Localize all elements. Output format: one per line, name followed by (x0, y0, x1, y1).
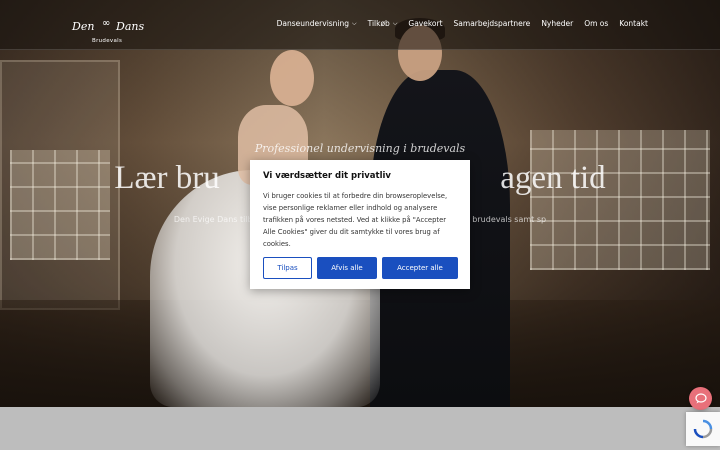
nav-item-kontakt[interactable]: Kontakt (619, 19, 648, 28)
site-header: Den ∞ Dans Brudevals Danseundervisning ⌵… (0, 0, 720, 50)
cookie-buttons: Tilpas Afvis alle Accepter alle (263, 257, 458, 279)
chevron-down-icon: ⌵ (352, 19, 357, 27)
nav-label: Samarbejdspartnere (453, 19, 531, 28)
recaptcha-icon[interactable] (686, 412, 720, 446)
logo-subtitle: Brudevals (92, 38, 123, 44)
bride-head (270, 50, 314, 106)
nav-label: Gavekort (408, 19, 443, 28)
reject-all-button[interactable]: Afvis alle (317, 257, 377, 279)
chat-glyph (694, 393, 707, 404)
nav-item-om-os[interactable]: Om os (584, 19, 608, 28)
logo-text-right: Dans (116, 20, 145, 33)
nav-label: Tilkøb (367, 19, 390, 28)
main-nav: Danseundervisning ⌵ Tilkøb ⌵ Gavekort Sa… (277, 19, 648, 28)
accept-all-button[interactable]: Accepter alle (382, 257, 458, 279)
logo-text-left: Den (72, 20, 95, 33)
site-logo[interactable]: Den ∞ Dans Brudevals (70, 10, 146, 46)
cookie-title: Vi værdsætter dit privatliv (263, 171, 391, 181)
nav-label: Danseundervisning (276, 19, 350, 28)
customize-button[interactable]: Tilpas (263, 257, 312, 279)
bottom-section (0, 407, 720, 450)
nav-label: Om os (584, 19, 609, 28)
recaptcha-glyph (693, 419, 713, 439)
nav-item-gavekort[interactable]: Gavekort (408, 19, 442, 28)
nav-item-samarbejdspartnere[interactable]: Samarbejdspartnere (454, 19, 531, 28)
chat-bubble-icon[interactable] (689, 387, 712, 410)
nav-label: Nyheder (541, 19, 574, 28)
cookie-text: Vi bruger cookies til at forbedre din br… (263, 192, 448, 248)
chevron-down-icon: ⌵ (392, 19, 398, 27)
infinity-icon: ∞ (102, 18, 111, 29)
cookie-consent-dialog: Vi værdsætter dit privatliv Vi bruger co… (250, 160, 470, 289)
nav-item-danseundervisning[interactable]: Danseundervisning ⌵ (277, 19, 357, 28)
nav-item-nyheder[interactable]: Nyheder (541, 19, 573, 28)
hero-tagline: Professionel undervisning i brudevals (254, 142, 466, 155)
nav-label: Kontakt (619, 19, 648, 28)
nav-item-tilkob[interactable]: Tilkøb ⌵ (368, 19, 398, 28)
